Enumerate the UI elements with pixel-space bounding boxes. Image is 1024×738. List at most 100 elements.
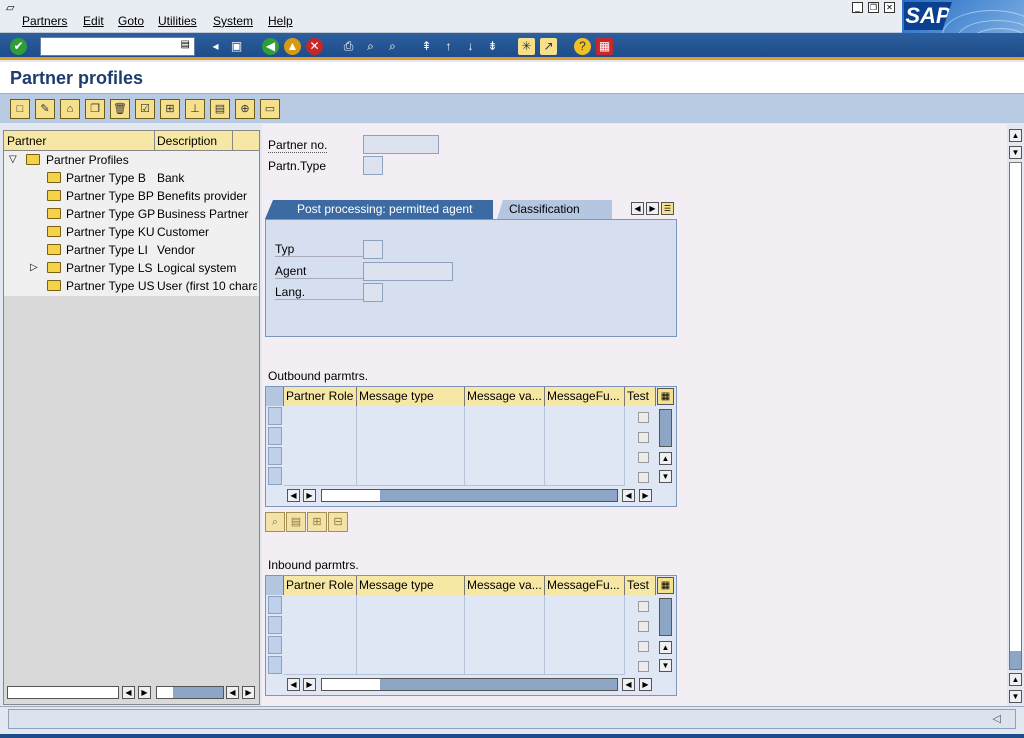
menu-goto[interactable]: Goto: [118, 14, 144, 28]
tree-item[interactable]: Partner Type B Bank: [4, 169, 259, 187]
row-selector[interactable]: [268, 596, 282, 614]
lang-field[interactable]: [363, 283, 383, 302]
scroll-right-icon[interactable]: ▶: [639, 489, 652, 502]
menu-system[interactable]: System: [213, 14, 253, 28]
test-checkbox[interactable]: [638, 452, 649, 463]
back-small-icon[interactable]: ◂: [207, 38, 224, 55]
column-header[interactable]: Message type: [357, 387, 465, 406]
tab-post-processing[interactable]: Post processing: permitted agent: [265, 200, 493, 219]
scroll-down-icon[interactable]: ▼: [659, 659, 672, 672]
tab-list-icon[interactable]: ☰: [661, 202, 674, 215]
column-header[interactable]: Test: [625, 387, 656, 406]
cancel-icon[interactable]: ✕: [306, 38, 323, 55]
test-checkbox[interactable]: [638, 472, 649, 483]
horizontal-scrollbar[interactable]: [321, 678, 618, 691]
help-icon[interactable]: ?: [574, 38, 591, 55]
expand-icon[interactable]: ⊞: [160, 99, 180, 119]
test-checkbox[interactable]: [638, 661, 649, 672]
delete-row-icon[interactable]: ⊟: [328, 512, 348, 532]
previous-page-icon[interactable]: ↑: [440, 38, 457, 55]
collapse-icon[interactable]: ▽: [9, 151, 17, 169]
table-column[interactable]: [357, 406, 465, 486]
column-settings-icon[interactable]: ▦: [657, 388, 674, 405]
enter-icon[interactable]: ✔: [10, 38, 27, 55]
print-icon[interactable]: ⎙: [340, 38, 357, 55]
insert-icon[interactable]: ⊕: [235, 99, 255, 119]
column-header[interactable]: Partner Role: [284, 387, 357, 406]
column-header[interactable]: MessageFu...: [545, 387, 625, 406]
back-icon[interactable]: ◀: [262, 38, 279, 55]
column-header[interactable]: Message va...: [465, 576, 545, 595]
typ-field[interactable]: [363, 240, 383, 259]
table-column[interactable]: [284, 595, 357, 675]
column-header[interactable]: MessageFu...: [545, 576, 625, 595]
vertical-scrollbar[interactable]: [659, 598, 672, 636]
partn-type-field[interactable]: [363, 156, 383, 175]
hierarchy-icon[interactable]: ⊥: [185, 99, 205, 119]
insert-row-icon[interactable]: ⊞: [307, 512, 327, 532]
table-icon[interactable]: ▤: [210, 99, 230, 119]
table-column[interactable]: [465, 406, 545, 486]
minimize-icon[interactable]: _: [852, 2, 863, 13]
scroll-right-icon[interactable]: ▶: [242, 686, 255, 699]
horizontal-scrollbar[interactable]: [321, 489, 618, 502]
expand-arrow-icon[interactable]: ▷: [30, 259, 38, 277]
agent-field[interactable]: [363, 262, 453, 281]
new-session-icon[interactable]: ✳: [518, 38, 535, 55]
page-vertical-scrollbar[interactable]: [1009, 162, 1022, 670]
tree-hscrollbar-right[interactable]: [156, 686, 224, 699]
command-field[interactable]: ▤: [40, 37, 195, 56]
menu-utilities[interactable]: Utilities: [158, 14, 197, 28]
layout-menu-icon[interactable]: ▦: [596, 38, 613, 55]
partner-no-field[interactable]: [363, 135, 439, 154]
exit-icon[interactable]: ▲: [284, 38, 301, 55]
table-column[interactable]: [545, 595, 625, 675]
tree-item[interactable]: Partner Type KU Customer: [4, 223, 259, 241]
menu-icon[interactable]: ▱: [6, 1, 14, 14]
page-scroll-up-icon[interactable]: ▲: [1009, 129, 1022, 142]
display-icon[interactable]: ⌂: [60, 99, 80, 119]
scroll-left-icon[interactable]: ◀: [287, 489, 300, 502]
detail-icon[interactable]: ▭: [260, 99, 280, 119]
row-selector[interactable]: [268, 427, 282, 445]
create-icon[interactable]: □: [10, 99, 30, 119]
scroll-left-icon[interactable]: ◀: [226, 686, 239, 699]
test-checkbox[interactable]: [638, 601, 649, 612]
page-scroll-down-icon[interactable]: ▼: [1009, 690, 1022, 703]
partner-column-header[interactable]: Partner: [7, 134, 46, 148]
scroll-left-icon[interactable]: ◀: [287, 678, 300, 691]
first-page-icon[interactable]: ⇞: [418, 38, 435, 55]
menu-edit[interactable]: Edit: [83, 14, 104, 28]
tab-scroll-right-icon[interactable]: ▶: [646, 202, 659, 215]
row-selector[interactable]: [268, 636, 282, 654]
column-header[interactable]: Partner Role: [284, 576, 357, 595]
tree-item[interactable]: Partner Type BP Benefits provider: [4, 187, 259, 205]
scroll-left-icon[interactable]: ◀: [122, 686, 135, 699]
delete-icon[interactable]: 🗑: [110, 99, 130, 119]
page-scroll-down-icon[interactable]: ▼: [1009, 146, 1022, 159]
last-page-icon[interactable]: ⇟: [484, 38, 501, 55]
description-column-header[interactable]: Description: [157, 134, 217, 148]
scroll-up-icon[interactable]: ▲: [659, 452, 672, 465]
zoom-icon[interactable]: ⌕: [265, 512, 285, 532]
find-next-icon[interactable]: ⌕: [384, 38, 401, 55]
close-icon[interactable]: ✕: [884, 2, 895, 13]
scroll-left-icon[interactable]: ◀: [622, 678, 635, 691]
add-row-icon[interactable]: ▤: [286, 512, 306, 532]
next-page-icon[interactable]: ↓: [462, 38, 479, 55]
tree-item[interactable]: Partner Type US User (first 10 chara: [4, 277, 259, 295]
tab-classification[interactable]: Classification: [497, 200, 612, 219]
table-column[interactable]: [357, 595, 465, 675]
tree-hscrollbar-left[interactable]: [7, 686, 119, 699]
scroll-right-icon[interactable]: ▶: [303, 678, 316, 691]
scroll-up-icon[interactable]: ▲: [659, 641, 672, 654]
status-resize-icon[interactable]: ◁: [993, 712, 1001, 725]
scroll-right-icon[interactable]: ▶: [138, 686, 151, 699]
row-selector[interactable]: [268, 656, 282, 674]
scroll-left-icon[interactable]: ◀: [622, 489, 635, 502]
vertical-scrollbar[interactable]: [659, 409, 672, 447]
find-icon[interactable]: ⌕: [362, 38, 379, 55]
save-icon[interactable]: ▣: [228, 38, 245, 55]
select-all-header[interactable]: [266, 387, 284, 406]
copy-icon[interactable]: ❐: [85, 99, 105, 119]
